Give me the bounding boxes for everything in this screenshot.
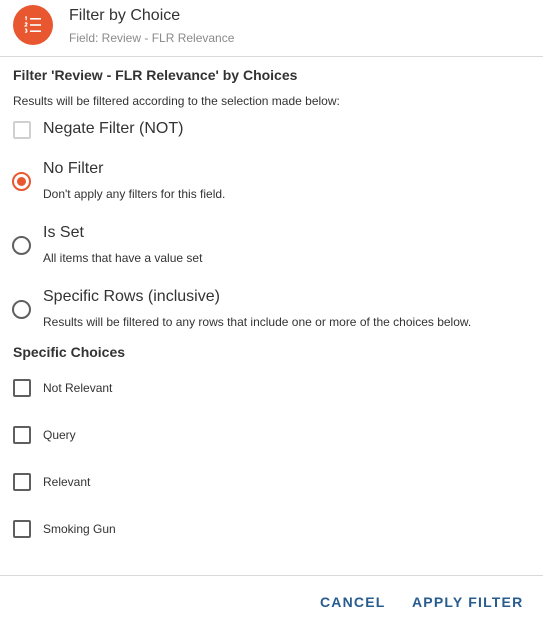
choice-label-not-relevant[interactable]: Not Relevant	[43, 381, 112, 395]
negate-filter-checkbox[interactable]	[13, 121, 31, 139]
no-filter-description: Don't apply any filters for this field.	[43, 187, 226, 201]
dialog-title: Filter by Choice	[69, 7, 181, 24]
specific-rows-description: Results will be filtered to any rows tha…	[43, 315, 472, 329]
dialog-header: Filter by Choice Field: Review - FLR Rel…	[0, 0, 543, 57]
filter-section-description: Results will be filtered according to th…	[13, 94, 340, 108]
choice-label-smoking-gun[interactable]: Smoking Gun	[43, 522, 116, 536]
is-set-description: All items that have a value set	[43, 251, 203, 265]
choice-label-relevant[interactable]: Relevant	[43, 475, 90, 489]
negate-filter-label[interactable]: Negate Filter (NOT)	[43, 120, 183, 138]
list-icon	[13, 5, 53, 45]
no-filter-radio[interactable]	[12, 172, 31, 191]
cancel-button[interactable]: CANCEL	[320, 594, 386, 610]
footer-divider	[0, 575, 543, 576]
specific-choices-title: Specific Choices	[13, 344, 126, 360]
specific-rows-label[interactable]: Specific Rows (inclusive)	[43, 288, 220, 306]
is-set-label[interactable]: Is Set	[43, 224, 84, 242]
choice-label-query[interactable]: Query	[43, 428, 76, 442]
filter-section-title: Filter 'Review - FLR Relevance' by Choic…	[13, 67, 298, 83]
dialog-subtitle: Field: Review - FLR Relevance	[69, 31, 235, 45]
choice-checkbox-relevant[interactable]	[13, 473, 31, 491]
specific-rows-radio[interactable]	[12, 300, 31, 319]
no-filter-label[interactable]: No Filter	[43, 160, 103, 178]
choice-checkbox-not-relevant[interactable]	[13, 379, 31, 397]
is-set-radio[interactable]	[12, 236, 31, 255]
apply-filter-button[interactable]: APPLY FILTER	[412, 594, 523, 610]
choice-checkbox-smoking-gun[interactable]	[13, 520, 31, 538]
choice-checkbox-query[interactable]	[13, 426, 31, 444]
